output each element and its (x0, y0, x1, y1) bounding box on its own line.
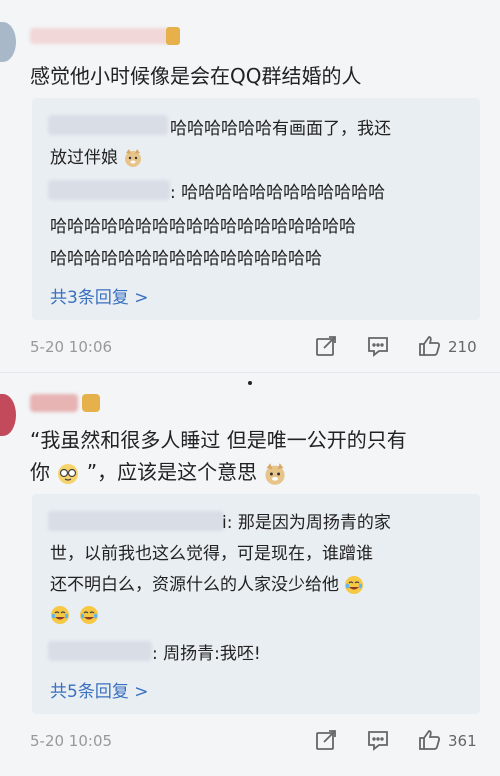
doge-emoji-icon (265, 462, 286, 485)
laugh-cry-emoji-icon (51, 605, 69, 624)
comment-card: “我虽然和很多人睡过 但是唯一公开的只有 你 ”，应该是这个意思 i: 那是因为… (0, 372, 500, 776)
like-count: 210 (448, 338, 477, 356)
comment-icon[interactable] (366, 728, 390, 752)
comment-text: 感觉他小时候像是会在QQ群结婚的人 (30, 64, 362, 88)
like-count: 361 (448, 732, 477, 750)
avatar[interactable] (0, 22, 16, 62)
reply-box[interactable]: 哈哈哈哈哈哈有画面了，我还 放过伴娘 : 哈哈哈哈哈哈哈哈哈哈哈哈 哈哈哈哈哈哈… (32, 98, 480, 320)
reply-text-span: 还不明白么，资源什么的人家没少给他 (50, 575, 339, 595)
comment-text-span: ”，应该是这个意思 (86, 460, 258, 484)
reply-username[interactable] (48, 641, 152, 661)
laugh-cry-emoji-icon (80, 605, 99, 624)
vip-badge-icon (166, 27, 180, 45)
share-icon[interactable] (314, 728, 338, 752)
comment-date: 5-20 10:05 (30, 732, 113, 750)
comment-text: “我虽然和很多人睡过 但是唯一公开的只有 (30, 428, 407, 452)
reply-text: i: 那是因为周扬青的家 (222, 513, 391, 533)
reply-text: 世，以前我也这么觉得，可是现在，谁蹭谁 (50, 544, 373, 564)
reply-text: 哈哈哈哈哈哈哈哈哈哈哈哈哈哈哈哈哈哈 (50, 217, 356, 237)
comment-text: 你 ”，应该是这个意思 (30, 456, 287, 486)
comment-card: 感觉他小时候像是会在QQ群结婚的人 哈哈哈哈哈哈有画面了，我还 放过伴娘 : 哈… (0, 0, 500, 370)
reply-username[interactable] (48, 511, 224, 531)
reply-text: : 哈哈哈哈哈哈哈哈哈哈哈哈 (170, 183, 386, 203)
glasses-emoji-icon (58, 463, 79, 484)
comment-date: 5-20 10:06 (30, 338, 113, 356)
comment-footer: 5-20 10:05 361 (30, 728, 482, 758)
username[interactable] (30, 28, 170, 44)
reply-text: 哈哈哈哈哈哈有画面了，我还 (170, 119, 391, 139)
reply-text-span: 放过伴娘 (50, 148, 118, 168)
comment-text-span: 你 (30, 460, 50, 484)
reply-text: : 周扬青:我呸! (152, 644, 261, 664)
thumb-up-icon[interactable] (418, 334, 442, 358)
more-replies-link[interactable]: 共5条回复 > (50, 677, 148, 702)
username[interactable] (30, 394, 78, 412)
doge-emoji-icon (125, 149, 142, 167)
vip-badge-icon (82, 394, 100, 412)
avatar[interactable] (0, 394, 16, 436)
emoji-row (50, 604, 99, 625)
thumb-up-icon[interactable] (418, 728, 442, 752)
comment-icon[interactable] (366, 334, 390, 358)
laugh-cry-emoji-icon (345, 576, 364, 594)
reply-username[interactable] (48, 180, 170, 200)
reply-text: 放过伴娘 (50, 143, 143, 168)
more-replies-link[interactable]: 共3条回复 > (50, 283, 148, 308)
reply-text: 还不明白么，资源什么的人家没少给他 (50, 570, 364, 595)
reply-box[interactable]: i: 那是因为周扬青的家 世，以前我也这么觉得，可是现在，谁蹭谁 还不明白么，资… (32, 494, 480, 714)
reply-text: 哈哈哈哈哈哈哈哈哈哈哈哈哈哈哈哈 (50, 249, 322, 269)
reply-username[interactable] (48, 115, 168, 135)
comment-footer: 5-20 10:06 210 (30, 334, 482, 364)
share-icon[interactable] (314, 334, 338, 358)
